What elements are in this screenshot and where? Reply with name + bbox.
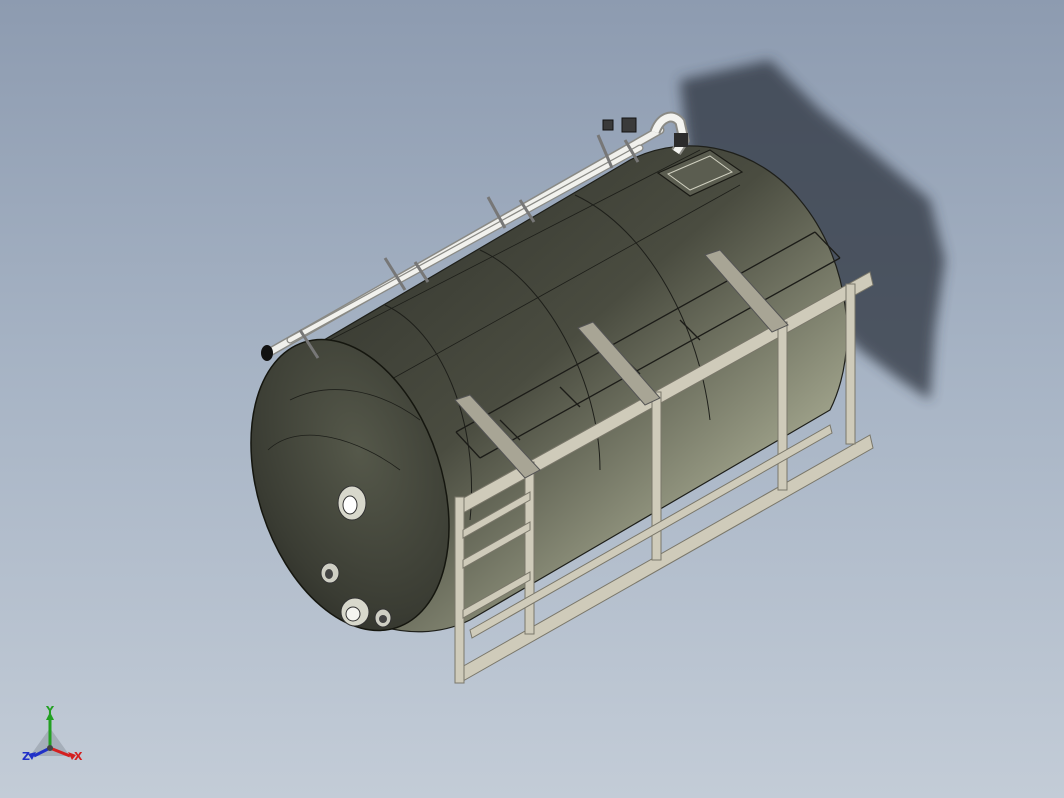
nozzle-upper[interactable] <box>337 485 367 521</box>
y-axis-label: Y <box>46 704 54 717</box>
z-axis-label: Z <box>22 750 30 763</box>
nozzle-middle[interactable] <box>320 562 340 584</box>
graphics-viewport[interactable]: Y X Z <box>0 0 1064 798</box>
coordinate-triad: Y X Z <box>18 700 88 780</box>
model-scene[interactable] <box>0 0 1064 798</box>
x-axis-label: X <box>74 750 83 763</box>
